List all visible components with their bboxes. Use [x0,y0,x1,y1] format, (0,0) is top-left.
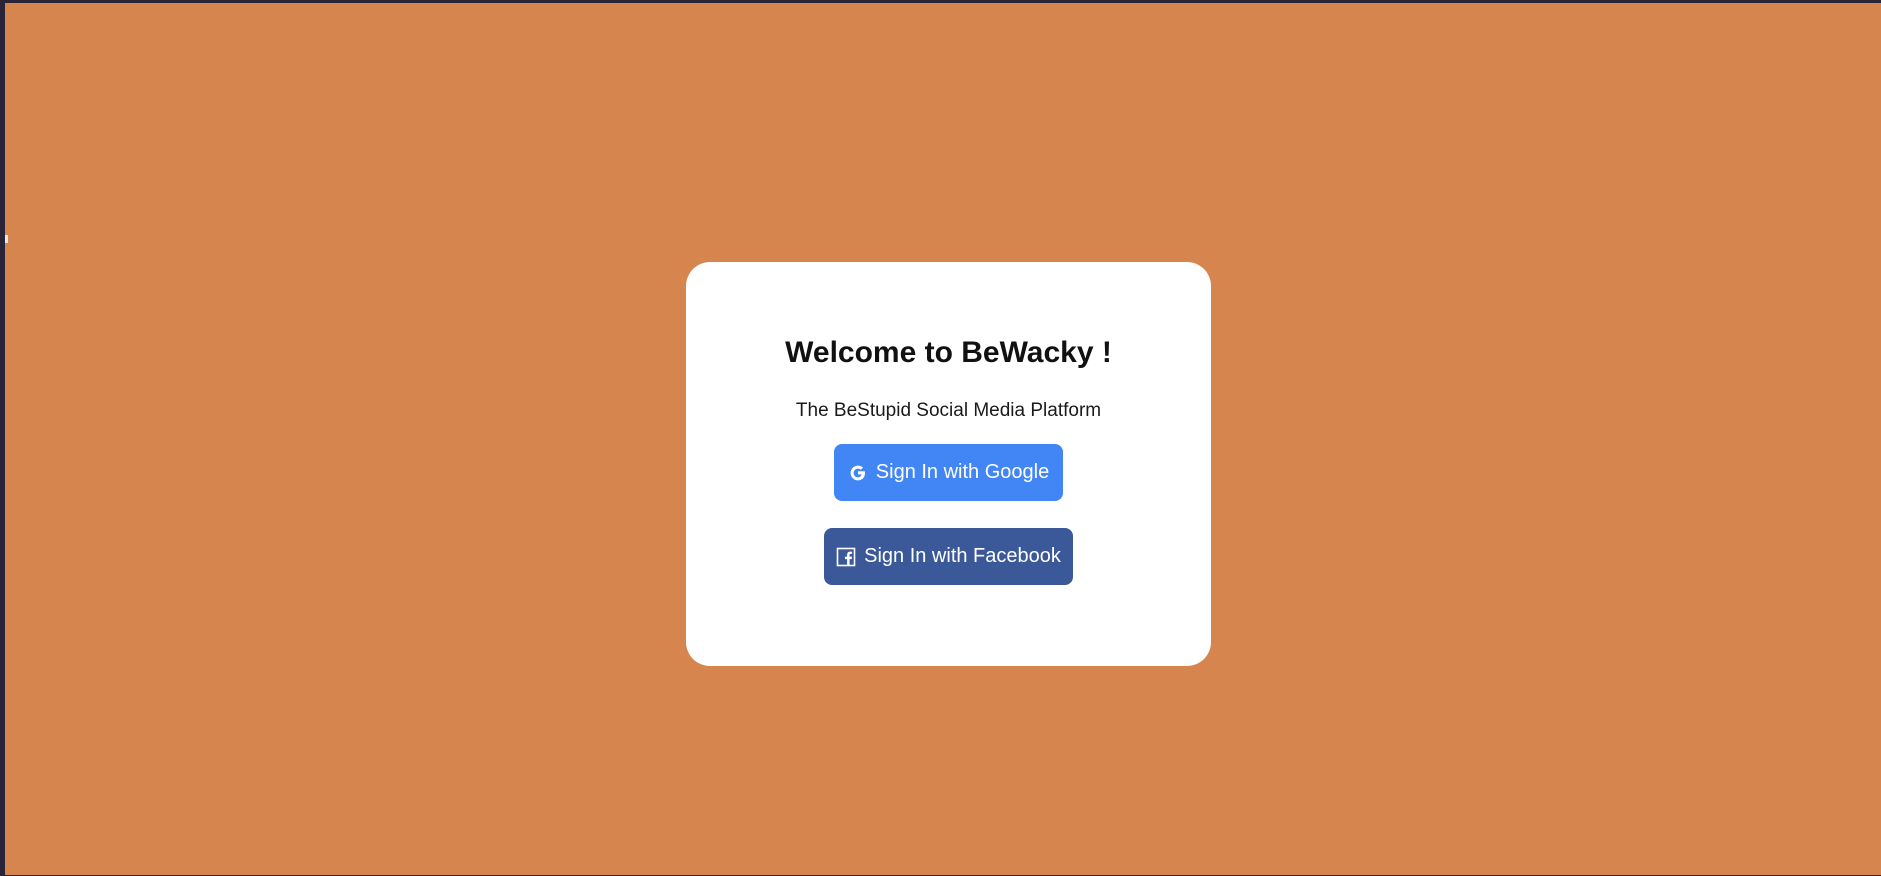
google-icon [848,463,868,483]
page-title: Welcome to BeWacky ! [785,336,1112,369]
edge-marker [5,235,8,243]
facebook-icon [836,547,856,567]
page-background: Welcome to BeWacky ! The BeStupid Social… [5,3,1881,875]
google-button-label: Sign In with Google [875,461,1050,483]
facebook-sign-in-button[interactable]: Sign In with Facebook [824,528,1073,585]
login-card: Welcome to BeWacky ! The BeStupid Social… [686,262,1211,666]
page-subtitle: The BeStupid Social Media Platform [795,400,1102,421]
google-sign-in-button[interactable]: Sign In with Google [834,444,1063,501]
facebook-button-label: Sign In with Facebook [864,545,1061,567]
